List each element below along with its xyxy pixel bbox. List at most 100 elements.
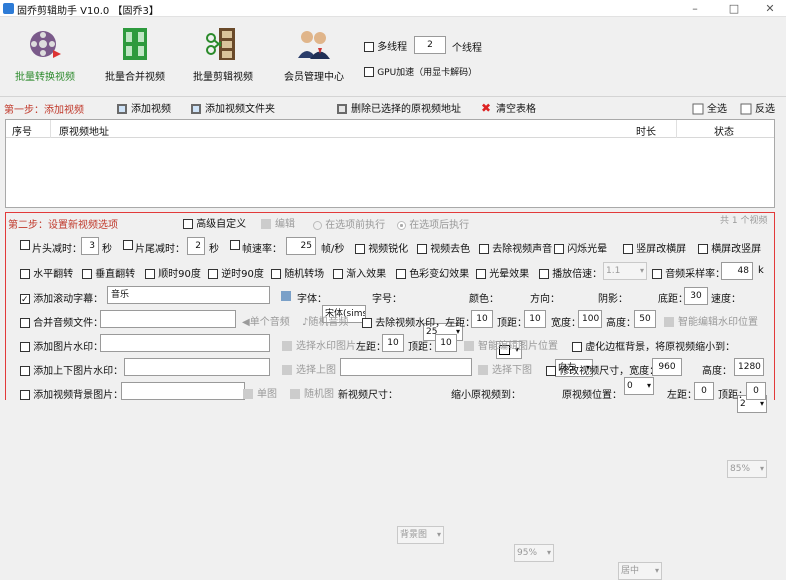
new-size-select[interactable]: 背景图 ▾ [397,526,444,544]
fps-unit-label: 帧/秒 [321,244,345,255]
speed-select[interactable]: 1.1 ▾ [603,262,647,280]
random-image-button[interactable]: 随机图 [289,385,334,400]
image-top-input[interactable]: 10 [435,334,457,352]
batch-convert-button[interactable]: 批量转换视频 [0,20,90,90]
position-select[interactable]: 居中 ▾ [618,562,662,580]
image-watermark-option[interactable]: 添加图片水印： [20,338,103,353]
resize-option[interactable]: 修改视频尺寸，宽度： [546,362,659,377]
choose-bottom-button[interactable]: 选择下图 [477,361,532,376]
subtitle-option[interactable]: 添加滚动字幕： [20,290,103,305]
minimize-button[interactable]: – [681,1,709,16]
add-video-button[interactable]: 添加视频 [116,100,171,115]
fps-input[interactable]: 25 [286,237,316,255]
bottom-input[interactable]: 30 [684,287,708,305]
vflip-option[interactable]: 垂直翻转 [82,265,135,280]
v2h-option[interactable]: 横屏改竖屏 [698,240,761,255]
blur-border-option[interactable]: 虚化边框背景，将原视频缩小到： [572,338,735,353]
bg-top-input[interactable]: 0 [746,382,766,400]
batch-merge-button[interactable]: 批量合并视频 [90,20,180,90]
invert-select-button[interactable]: 反选 [740,100,775,115]
fade-in-option[interactable]: 渐入效果 [333,265,386,280]
member-center-button[interactable]: 会员管理中心 [269,20,359,90]
column-header[interactable]: 时长 [636,123,656,138]
hflip-option[interactable]: 水平翻转 [20,265,73,280]
film-delete-icon [336,103,348,115]
tb-watermark-option[interactable]: 添加上下图片水印： [20,362,123,377]
sample-rate-option[interactable]: 音频采样率： [652,265,725,280]
watermark-top-input[interactable]: 10 [524,310,546,328]
delete-selected-button[interactable]: 删除已选择的原视频地址 [336,100,461,115]
gpu-option[interactable]: GPU加速（用显卡解码） [364,65,477,78]
column-header[interactable]: 状态 [714,123,734,138]
resize-height-input[interactable]: 1280 [734,358,764,376]
smart-edit-image-button[interactable]: 智能编辑图片位置 [463,337,558,352]
video-table[interactable]: 序号 原视频地址 时长 状态 [5,119,775,208]
batch-edit-button[interactable]: 批量剪辑视频 [178,20,268,90]
watermark-left-input[interactable]: 10 [471,310,493,328]
edit-button[interactable]: 编辑 [260,215,295,230]
image-watermark-input[interactable] [100,334,270,352]
color-change-option[interactable]: 色彩变幻效果 [396,265,469,280]
column-header[interactable]: 序号 [12,123,32,138]
gpu-checkbox[interactable] [364,67,374,77]
choose-top-button[interactable]: 选择上图 [281,361,336,376]
tb-watermark-bottom-input[interactable] [340,358,472,376]
multithread-checkbox[interactable] [364,42,374,52]
random-audio-button[interactable]: ♪随机音频 [302,313,348,328]
glow-option[interactable]: 光晕效果 [476,265,529,280]
flash-option[interactable]: 闪烁光晕 [554,240,607,255]
tail-cut-checkbox[interactable] [123,240,133,251]
watermark-width-input[interactable]: 100 [578,310,602,328]
merge-audio-option[interactable]: 合并音频文件： [20,314,103,329]
watermark-height-input[interactable]: 50 [634,310,656,328]
h2v-option[interactable]: 竖屏改横屏 [623,240,686,255]
select-all-button[interactable]: 全选 [692,100,727,115]
chevron-down-icon: ▾ [436,530,441,539]
smart-edit-watermark-button[interactable]: 智能编辑水印位置 [663,313,758,328]
head-cut-checkbox[interactable] [20,240,30,251]
document-icon [740,103,752,115]
close-button[interactable]: ✕ [756,1,784,16]
multithread-option[interactable]: 多线程 [364,38,407,53]
single-image-button[interactable]: 单图 [242,385,277,400]
single-audio-button[interactable]: ◀单个音频 [242,313,290,328]
maximize-button[interactable]: □ [720,1,748,16]
resize-width-input[interactable]: 960 [652,358,682,376]
speed-option[interactable]: 播放倍速： [539,265,602,280]
advanced-option[interactable]: 高级自定义 [183,215,246,230]
run-before-option[interactable]: 在选项前执行 [313,216,385,231]
bg-image-input[interactable] [121,382,245,400]
image-icon [477,364,489,376]
blur-scale-select[interactable]: 85% ▾ [727,460,767,478]
width-label: 宽度： [551,318,581,329]
choose-watermark-button[interactable]: 选择水印图片 [281,337,356,352]
random-transition-option[interactable]: 随机转场 [271,265,324,280]
shrink-select[interactable]: 95% ▾ [514,544,554,562]
tb-watermark-top-input[interactable] [124,358,270,376]
merge-audio-input[interactable] [100,310,236,328]
radio-button[interactable] [397,220,406,230]
rot-ccw90-option[interactable]: 逆时90度 [208,265,264,280]
advanced-checkbox[interactable] [183,219,193,229]
sample-rate-input[interactable]: 48 [721,262,753,280]
bg-left-input[interactable]: 0 [694,382,714,400]
add-folder-button[interactable]: 添加视频文件夹 [190,100,275,115]
remove-audio-option[interactable]: 去除视频声音 [479,240,552,255]
speed-select-value: 1.1 [606,266,621,276]
bg-image-option[interactable]: 添加视频背景图片： [20,386,123,401]
fps-checkbox[interactable] [230,240,240,251]
thread-count-input[interactable]: 2 [414,36,446,54]
subtitle-input[interactable]: 音乐 [107,286,270,304]
tail-cut-input[interactable]: 2 [187,237,205,255]
shadow-select[interactable]: 0 ▾ [624,377,654,395]
clear-table-button[interactable]: ✖ 清空表格 [481,100,536,115]
rot90-option[interactable]: 顺时90度 [145,265,201,280]
column-header[interactable]: 原视频地址 [59,123,109,138]
sharpen-option[interactable]: 视频锐化 [355,240,408,255]
remove-watermark-option[interactable]: 去除视频水印，左距： [362,314,475,329]
image-left-input[interactable]: 10 [382,334,404,352]
head-cut-input[interactable]: 3 [81,237,99,255]
radio-button[interactable] [313,220,322,230]
decolor-option[interactable]: 视频去色 [417,240,470,255]
run-after-option[interactable]: 在选项后执行 [397,216,469,231]
